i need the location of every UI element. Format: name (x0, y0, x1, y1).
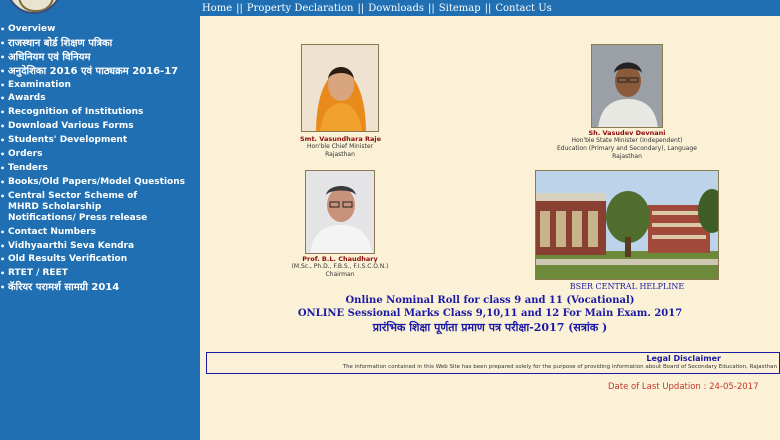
nav-property-declaration[interactable]: Property Declaration (247, 3, 354, 14)
sidebar-item-career-samagri[interactable]: कॅरियर परामर्श सामग्री 2014 (0, 282, 200, 296)
chief-minister-state: Rajasthan (325, 151, 355, 158)
legal-disclaimer-title: Legal Disclaimer (646, 354, 721, 363)
chairman-qualifications: (M.Sc., Ph.D., F.B.S., F.I.S.C.O.N.) (291, 263, 389, 270)
chairman-name: Prof. B.L. Chaudhary (302, 255, 378, 263)
sidebar-item-seva-kendra[interactable]: Vidhyaarthi Seva Kendra (0, 241, 200, 255)
education-minister-portfolio: Education (Primary and Secondary), Langu… (557, 145, 697, 152)
sidebar-item-tenders[interactable]: Tenders (0, 163, 200, 177)
nav-contact-us[interactable]: Contact Us (495, 3, 551, 14)
last-update-date: Date of Last Updation : 24-05-2017 (608, 382, 759, 392)
board-logo[interactable] (6, 0, 62, 14)
legal-disclaimer-text: The information contained in this Web Si… (342, 364, 777, 370)
sidebar-item-contact-numbers[interactable]: Contact Numbers (0, 227, 200, 241)
education-minister-state: Rajasthan (612, 153, 642, 160)
top-navigation: Home || Property Declaration || Download… (200, 0, 780, 16)
photo-chairman (305, 170, 375, 254)
portrait-chairman (306, 171, 374, 253)
nav-separator: || (236, 2, 243, 14)
sidebar-item-adhiniyam[interactable]: अधिनियम एवं विनियम (0, 52, 200, 66)
sidebar-item-rtet-reet[interactable]: RTET / REET (0, 268, 200, 282)
nav-downloads[interactable]: Downloads (368, 3, 424, 14)
main-content: Smt. Vasundhara Raje Hon'ble Chief Minis… (200, 16, 780, 440)
photo-board-building (535, 170, 719, 280)
announcements: Online Nominal Roll for class 9 and 11 (… (200, 294, 780, 336)
nav-separator: || (484, 2, 492, 14)
sidebar: Overview राजस्थान बोर्ड शिक्षण पत्रिका अ… (0, 0, 200, 440)
link-sessional-marks[interactable]: ONLINE Sessional Marks Class 9,10,11 and… (200, 307, 780, 320)
sidebar-item-scholarship[interactable]: Central Sector Scheme of MHRD Scholarshi… (0, 191, 150, 227)
education-minister-name: Sh. Vasudev Devnani (588, 129, 666, 137)
sidebar-item-books-papers[interactable]: Books/Old Papers/Model Questions (0, 177, 200, 191)
photo-chief-minister (301, 44, 379, 132)
chief-minister-designation: Hon'ble Chief Minister (306, 143, 374, 150)
nav-sitemap[interactable]: Sitemap (439, 3, 481, 14)
sidebar-item-shikshan-patrika[interactable]: राजस्थान बोर्ड शिक्षण पत्रिका (0, 38, 200, 52)
portrait-chief-minister (302, 45, 378, 131)
helpline-caption[interactable]: BSER CENTRAL HELPLINE (535, 282, 719, 291)
education-minister-designation: Hon'ble State Minister (Independent) (571, 137, 683, 144)
sidebar-item-download-forms[interactable]: Download Various Forms (0, 121, 200, 135)
nav-home[interactable]: Home (202, 3, 232, 14)
portrait-education-minister (592, 45, 662, 127)
sidebar-item-old-results[interactable]: Old Results Verification (0, 254, 200, 268)
chief-minister-name: Smt. Vasundhara Raje (300, 135, 382, 143)
sidebar-item-examination[interactable]: Examination (0, 80, 200, 94)
sidebar-item-overview[interactable]: Overview (0, 24, 200, 38)
sidebar-item-students-development[interactable]: Students' Development (0, 135, 200, 149)
sidebar-item-orders[interactable]: Orders (0, 149, 200, 163)
link-prarambhik-shiksha[interactable]: प्रारंभिक शिक्षा पूर्णता प्रमाण पत्र परी… (200, 320, 780, 336)
nav-separator: || (357, 2, 365, 14)
board-building-image (536, 171, 718, 279)
sidebar-menu: Overview राजस्थान बोर्ड शिक्षण पत्रिका अ… (0, 24, 200, 296)
link-nominal-roll[interactable]: Online Nominal Roll for class 9 and 11 (… (200, 294, 780, 307)
nav-separator: || (428, 2, 435, 14)
sidebar-item-awards[interactable]: Awards (0, 93, 200, 107)
sidebar-item-recognition[interactable]: Recognition of Institutions (0, 107, 200, 121)
sidebar-item-anudeshika[interactable]: अनुदेशिका 2016 एवं पाठ्यक्रम 2016-17 (0, 66, 200, 80)
photo-education-minister (591, 44, 663, 128)
chairman-designation: Chairman (325, 271, 355, 278)
legal-disclaimer-box: Legal Disclaimer The information contain… (206, 352, 780, 374)
